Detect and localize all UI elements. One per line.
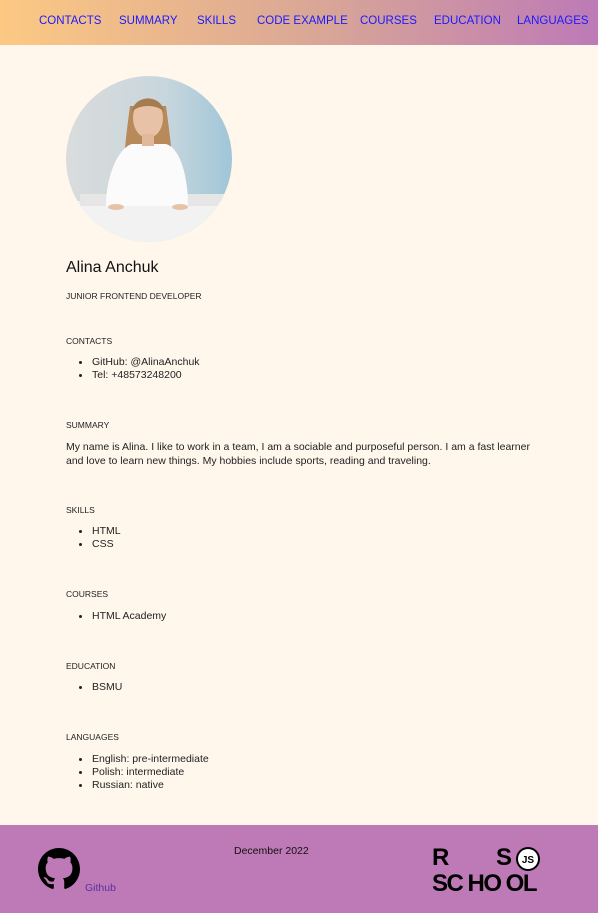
courses-title: COURSES — [66, 589, 109, 599]
nav-link-courses[interactable]: COURSES — [360, 15, 417, 27]
skills-title: SKILLS — [66, 505, 95, 515]
summary-title: SUMMARY — [66, 420, 110, 430]
education-list: BSMU — [78, 681, 123, 694]
education-title: EDUCATION — [66, 661, 116, 671]
contact-item-github: GitHub: @AlinaAnchuk — [79, 356, 200, 368]
list-item: Polish: intermediate — [79, 766, 209, 779]
nav-link-languages[interactable]: LANGUAGES — [517, 15, 589, 27]
logo-letter-s: S — [496, 844, 512, 871]
list-item: CSS — [79, 538, 121, 551]
languages-title: LANGUAGES — [66, 732, 119, 742]
nav-link-education[interactable]: EDUCATION — [434, 15, 501, 27]
rs-school-logo[interactable]: R S JS SC HO OL — [430, 843, 560, 895]
list-item: Russian: native — [79, 779, 209, 792]
github-icon[interactable] — [38, 848, 80, 890]
contacts-list: GitHub: @AlinaAnchuk Tel: +48573248200 — [79, 356, 200, 382]
list-item: English: pre-intermediate — [79, 753, 209, 765]
list-item: BSMU — [78, 681, 123, 693]
logo-school-text: SC HO OL — [432, 870, 537, 895]
github-link[interactable]: Github — [85, 882, 116, 894]
nav-link-skills[interactable]: SKILLS — [197, 15, 236, 27]
top-nav: CONTACTS SUMMARY SKILLS CODE EXAMPLE COU… — [0, 0, 598, 45]
list-item: HTML Academy — [78, 610, 167, 622]
avatar — [66, 76, 232, 242]
nav-link-summary[interactable]: SUMMARY — [119, 15, 178, 27]
list-item: HTML — [79, 525, 121, 537]
nav-link-code-example[interactable]: CODE EXAMPLE — [257, 15, 348, 27]
languages-list: English: pre-intermediate Polish: interm… — [79, 753, 209, 792]
logo-js-badge: JS — [522, 855, 535, 866]
courses-list: HTML Academy — [78, 610, 167, 623]
contact-item-phone: Tel: +48573248200 — [79, 369, 200, 382]
logo-letter-r: R — [432, 844, 449, 871]
contacts-title: CONTACTS — [66, 336, 113, 346]
profile-name: Alina Anchuk — [66, 259, 159, 276]
profile-role: JUNIOR FRONTEND DEVELOPER — [66, 291, 202, 301]
summary-text: My name is Alina. I like to work in a te… — [66, 441, 530, 467]
nav-link-contacts[interactable]: CONTACTS — [39, 15, 101, 27]
footer-date: December 2022 — [234, 845, 309, 857]
skills-list: HTML CSS — [79, 525, 121, 551]
